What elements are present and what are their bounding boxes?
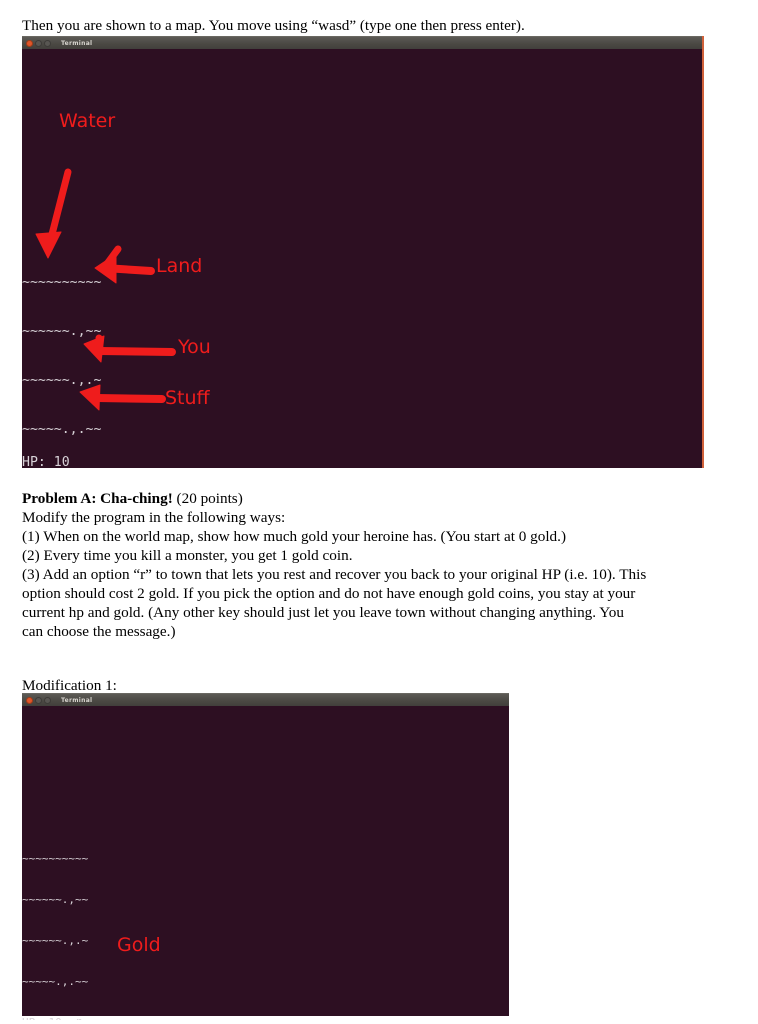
terminal-window-1[interactable]: Terminal ~~~~~~~~~~ ~~~~~~.,~~ ~~~~~~.,.… bbox=[22, 36, 704, 474]
hp-line: HP: 10 bbox=[22, 1016, 499, 1020]
hp-line: HP: 10 bbox=[22, 454, 70, 470]
titlebar-2[interactable]: Terminal bbox=[22, 693, 509, 706]
close-icon[interactable] bbox=[26, 39, 33, 47]
window-title-2: Terminal bbox=[61, 696, 93, 704]
map-row: ~~~~~~~~~~ bbox=[22, 274, 102, 290]
problem-item: (2) Every time you kill a monster, you g… bbox=[22, 547, 353, 564]
intro-text: Then you are shown to a map. You move us… bbox=[22, 17, 525, 34]
scrollbar-strip-1[interactable] bbox=[702, 36, 704, 468]
problem-item: current hp and gold. (Any other key shou… bbox=[22, 604, 624, 621]
map-row: ~~~~~~~~~~ bbox=[22, 852, 89, 866]
map-row: ~~~~~~.,.~ bbox=[22, 933, 89, 947]
problem-item: (1) When on the world map, show how much… bbox=[22, 528, 566, 545]
terminal-window-2[interactable]: Terminal ~~~~~~~~~~ ~~~~~~.,~~ ~~~~~~.,.… bbox=[22, 693, 509, 1020]
map-row: ~~~~~~.,~~ bbox=[22, 324, 102, 340]
terminal-screen-2[interactable]: ~~~~~~~~~~ ~~~~~~.,~~ ~~~~~~.,.~ ~~~~~.,… bbox=[22, 706, 509, 1020]
status-area-1: HP: 10 Which direction do you want to mo… bbox=[22, 422, 594, 474]
map-row: ~~~~~.,.~~ bbox=[22, 974, 89, 988]
annotation-water: Water bbox=[59, 110, 116, 132]
status-area-2: HP: 10 Gold: 0 Which direction do you wa… bbox=[22, 989, 499, 1020]
minimize-icon[interactable] bbox=[35, 39, 42, 47]
annotation-you: You bbox=[178, 336, 211, 358]
titlebar-1[interactable]: Terminal bbox=[22, 36, 704, 49]
problem-heading: Problem A: Cha-ching! (20 points) bbox=[22, 489, 722, 508]
window-title-1: Terminal bbox=[61, 39, 93, 47]
problem-block: Problem A: Cha-ching! (20 points) Modify… bbox=[22, 489, 722, 641]
minimize-icon[interactable] bbox=[35, 696, 42, 704]
annotation-land: Land bbox=[156, 255, 203, 277]
maximize-icon[interactable] bbox=[44, 39, 51, 47]
map-row: ~~~~~~.,.~ bbox=[22, 373, 102, 389]
annotation-stuff: Stuff bbox=[165, 387, 210, 409]
terminal-screen-1[interactable]: ~~~~~~~~~~ ~~~~~~.,~~ ~~~~~~.,.~ ~~~~~.,… bbox=[22, 49, 704, 474]
close-icon[interactable] bbox=[26, 696, 33, 704]
problem-item: (3) Add an option “r” to town that lets … bbox=[22, 566, 647, 583]
page-root: Then you are shown to a map. You move us… bbox=[0, 0, 758, 1024]
problem-item: can choose the message.) bbox=[22, 623, 176, 640]
problem-lead: Modify the program in the following ways… bbox=[22, 509, 286, 526]
problem-item: option should cost 2 gold. If you pick t… bbox=[22, 585, 636, 602]
annotation-gold: Gold bbox=[117, 934, 161, 956]
map-row: ~~~~~~.,~~ bbox=[22, 892, 89, 906]
problem-heading-points: (20 points) bbox=[172, 490, 243, 507]
maximize-icon[interactable] bbox=[44, 696, 51, 704]
problem-heading-bold: Problem A: Cha-ching! bbox=[22, 490, 173, 507]
